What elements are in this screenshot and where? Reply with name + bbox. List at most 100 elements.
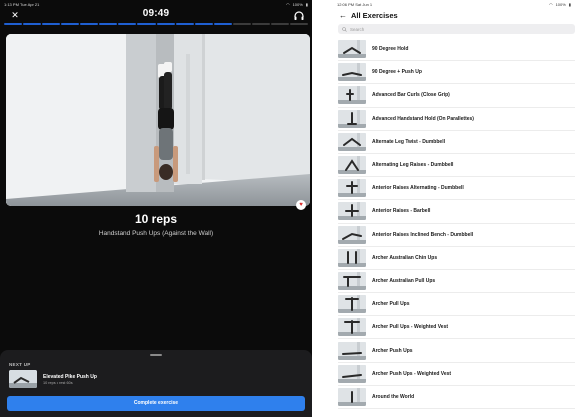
exercise-list-item[interactable]: 90 Degree + Push Up — [338, 61, 575, 85]
exercise-list-item[interactable]: Anterior Raises Alternating - Dumbbell — [338, 177, 575, 201]
exercise-thumbnail — [338, 248, 366, 267]
exercise-thumbnail — [338, 202, 366, 221]
exercise-name: Anterior Raises Alternating - Dumbbell — [372, 185, 464, 192]
progress-segment — [232, 23, 251, 25]
progress-segment — [289, 23, 308, 25]
next-exercise-thumbnail[interactable] — [9, 370, 37, 388]
favorite-button[interactable]: ♥ — [296, 200, 306, 210]
exercise-list-item[interactable]: Archer Push Ups — [338, 339, 575, 363]
exercise-thumbnail — [338, 156, 366, 175]
exercise-name: Anterior Raises Inclined Bench - Dumbbel… — [372, 231, 474, 238]
exercise-thumbnail — [338, 271, 366, 290]
search-field[interactable]: Search — [338, 24, 575, 34]
exercise-name: Alternating Leg Raises - Dumbbell — [372, 162, 454, 169]
exercise-thumbnail — [338, 295, 366, 314]
progress-segment — [80, 23, 99, 25]
exercise-name: 90 Degree + Push Up — [372, 69, 422, 76]
workout-progress — [4, 23, 308, 25]
progress-segment — [42, 23, 61, 25]
exercise-name: Advanced Handstand Hold (On Parallettes) — [372, 115, 474, 122]
exercise-thumbnail — [338, 179, 366, 198]
exercise-name: Archer Australian Chin Ups — [372, 254, 438, 261]
exercise-thumbnail — [338, 132, 366, 151]
exercise-list-item[interactable]: Anterior Raises - Barbell — [338, 200, 575, 224]
exercise-list-item[interactable]: Archer Push Ups - Weighted Vest — [338, 363, 575, 386]
exercise-name: 90 Degree Hold — [372, 46, 409, 53]
exercise-list-item[interactable]: Alternate Leg Twist - Dumbbell — [338, 131, 575, 154]
exercise-name: Handstand Push Ups (Against the Wall) — [98, 230, 214, 237]
exercise-thumbnail — [338, 364, 366, 383]
complete-exercise-button[interactable]: Complete exercise — [7, 396, 305, 411]
exercise-thumbnail — [338, 40, 366, 59]
exercise-thumbnail — [338, 341, 366, 360]
exercise-list-item[interactable]: Advanced Bar Curls (Close Grip) — [338, 84, 575, 108]
exercise-name: Alternate Leg Twist - Dumbbell — [372, 138, 445, 145]
battery-text: 100% — [555, 2, 566, 7]
exercise-list-item[interactable]: Archer Pull Ups — [338, 293, 575, 317]
exercise-name: Archer Pull Ups — [372, 301, 410, 308]
exercise-thumbnail — [338, 63, 366, 82]
exercise-name: Archer Push Ups — [372, 347, 413, 354]
status-bar: 12:06 PM Sat Jun 1 ◠ 100% ▮ — [337, 2, 571, 8]
exercise-name: Advanced Bar Curls (Close Grip) — [372, 92, 450, 99]
exercise-list-item[interactable]: Anterior Raises Inclined Bench - Dumbbel… — [338, 224, 575, 247]
exercise-list: 90 Degree Hold 90 Degree + Push Up Advance… — [338, 38, 575, 409]
exercise-name: Archer Pull Ups - Weighted Vest — [372, 324, 449, 331]
exercise-name: Archer Push Ups - Weighted Vest — [372, 370, 452, 377]
player-topbar: ✕ 09:49 — [0, 8, 312, 22]
status-indicators: ◠ 100% ▮ — [549, 2, 571, 8]
exercise-video[interactable] — [6, 34, 310, 206]
exercise-list-item[interactable]: Alternating Leg Raises - Dumbbell — [338, 154, 575, 178]
handstand-illustration — [6, 34, 310, 206]
exercise-list-item[interactable]: Archer Australian Pull Ups — [338, 270, 575, 294]
exercise-thumbnail — [338, 387, 366, 406]
exercise-name: Anterior Raises - Barbell — [372, 208, 431, 215]
progress-segment — [118, 23, 137, 25]
arrow-left-icon: ← — [339, 10, 347, 20]
exercise-list-item[interactable]: Archer Pull Ups - Weighted Vest — [338, 316, 575, 340]
exercise-list-item[interactable]: Advanced Handstand Hold (On Parallettes) — [338, 108, 575, 131]
status-time: 12:06 PM Sat Jun 1 — [337, 2, 373, 7]
reps-count: 10 reps — [134, 212, 178, 226]
progress-segment — [213, 23, 232, 25]
page-title: All Exercises — [351, 10, 398, 20]
exercise-thumbnail — [338, 86, 366, 105]
progress-segment — [194, 23, 213, 25]
exercise-name: Around the World — [372, 393, 415, 400]
battery-icon: ▮ — [568, 2, 571, 7]
progress-segment — [23, 23, 42, 25]
headphones-icon — [294, 11, 304, 20]
progress-segment — [251, 23, 270, 25]
next-exercise-title: Elevated Pike Push Up — [43, 374, 97, 380]
progress-segment — [4, 23, 23, 25]
library-header: ← All Exercises — [339, 9, 569, 21]
next-exercise-detail: 10 reps • rest 60s — [43, 381, 73, 385]
next-up-label: NEXT UP — [9, 362, 31, 367]
workout-player: 1:13 PM Tue Apr 21 ◠ 100% ▮ ✕ 09:49 ♥ 10… — [0, 0, 312, 417]
progress-segment — [270, 23, 289, 25]
next-up-sheet: NEXT UP Elevated Pike Push Up 10 reps • … — [0, 350, 312, 417]
exercise-thumbnail — [338, 318, 366, 337]
exercise-list-item[interactable]: Around the World — [338, 386, 575, 409]
workout-timer: 09:49 — [142, 8, 170, 19]
progress-segment — [156, 23, 175, 25]
progress-segment — [175, 23, 194, 25]
screen: 1:13 PM Tue Apr 21 ◠ 100% ▮ ✕ 09:49 ♥ 10… — [0, 0, 575, 417]
progress-segment — [99, 23, 118, 25]
exercise-thumbnail-image — [9, 370, 37, 388]
exercise-list-item[interactable]: 90 Degree Hold — [338, 38, 575, 62]
audio-button[interactable] — [293, 9, 305, 21]
back-button[interactable]: ← — [339, 11, 349, 20]
progress-segment — [61, 23, 80, 25]
progress-segment — [137, 23, 156, 25]
exercise-library: 12:06 PM Sat Jun 1 ◠ 100% ▮ ← All Exerci… — [333, 0, 575, 417]
exercise-thumbnail — [338, 225, 366, 244]
exercise-thumbnail — [338, 109, 366, 128]
exercise-name: Archer Australian Pull Ups — [372, 277, 436, 284]
heart-icon: ♥ — [299, 202, 303, 208]
search-icon — [342, 26, 347, 32]
search-placeholder: Search — [350, 26, 365, 32]
sheet-drag-handle[interactable] — [150, 354, 162, 356]
exercise-list-item[interactable]: Archer Australian Chin Ups — [338, 247, 575, 270]
wifi-icon: ◠ — [549, 2, 553, 7]
